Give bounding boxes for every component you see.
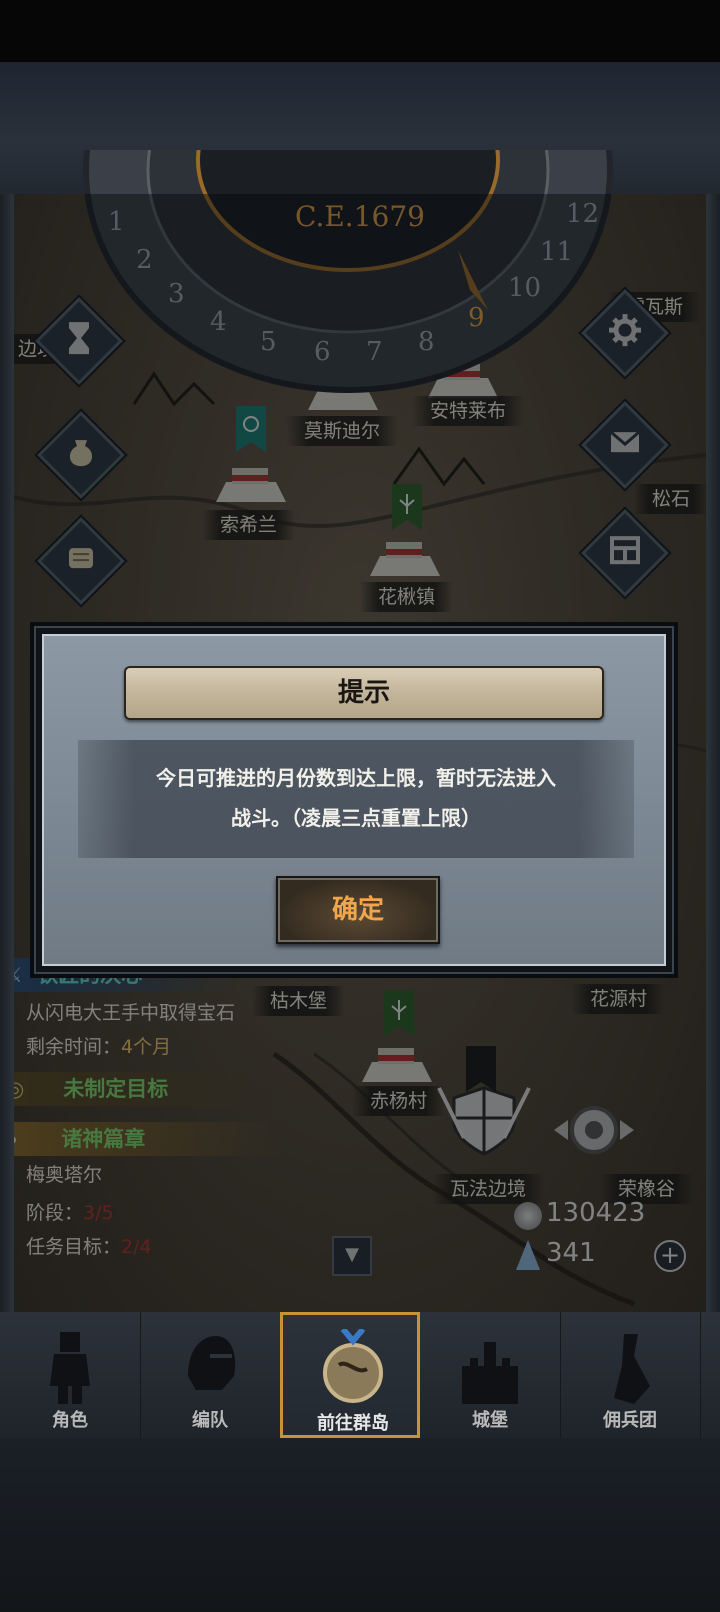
- helmet-icon: [188, 1336, 236, 1390]
- nav-item-character[interactable]: 角色: [0, 1312, 141, 1438]
- footer-area: [0, 1438, 720, 1612]
- dialog-message-line: 战斗。（凌晨三点重置上限）: [231, 806, 481, 830]
- map-frame-left: [0, 194, 14, 1334]
- nav-item-mercenary[interactable]: 佣兵团: [560, 1312, 701, 1438]
- nav-label: 角色: [52, 1410, 88, 1431]
- dialog-message-box: 今日可推进的月份数到达上限，暂时无法进入 战斗。（凌晨三点重置上限）: [78, 740, 634, 858]
- mercenary-icon: [614, 1334, 650, 1404]
- dialog-title-bar: 提示: [124, 666, 604, 720]
- dialog-body: 提示 今日可推进的月份数到达上限，暂时无法进入 战斗。（凌晨三点重置上限） 确定: [42, 634, 666, 966]
- map-frame-right: [706, 194, 720, 1334]
- castle-icon: [462, 1342, 518, 1404]
- nav-item-formation[interactable]: 编队: [140, 1312, 281, 1438]
- dialog-message-line: 今日可推进的月份数到达上限，暂时无法进入: [156, 766, 556, 790]
- nav-label: 前往群岛: [317, 1413, 389, 1434]
- bottom-nav: 角色 编队 前往群岛 城堡 佣兵团: [0, 1312, 720, 1438]
- confirm-button[interactable]: 确定: [276, 876, 440, 944]
- nav-label: 编队: [192, 1410, 228, 1431]
- nav-item-islands[interactable]: 前往群岛: [280, 1312, 420, 1438]
- confirm-button-label: 确定: [331, 895, 384, 925]
- nav-item-castle[interactable]: 城堡: [420, 1312, 561, 1438]
- globe-icon: [323, 1329, 383, 1403]
- status-bar: [0, 0, 720, 62]
- dialog-title: 提示: [337, 678, 390, 708]
- dialog-message: 今日可推进的月份数到达上限，暂时无法进入 战斗。（凌晨三点重置上限）: [78, 758, 634, 838]
- knight-icon: [50, 1332, 90, 1404]
- nav-label: 城堡: [472, 1410, 508, 1431]
- nav-label: 佣兵团: [603, 1410, 657, 1431]
- notice-dialog: 提示 今日可推进的月份数到达上限，暂时无法进入 战斗。（凌晨三点重置上限） 确定: [30, 622, 678, 978]
